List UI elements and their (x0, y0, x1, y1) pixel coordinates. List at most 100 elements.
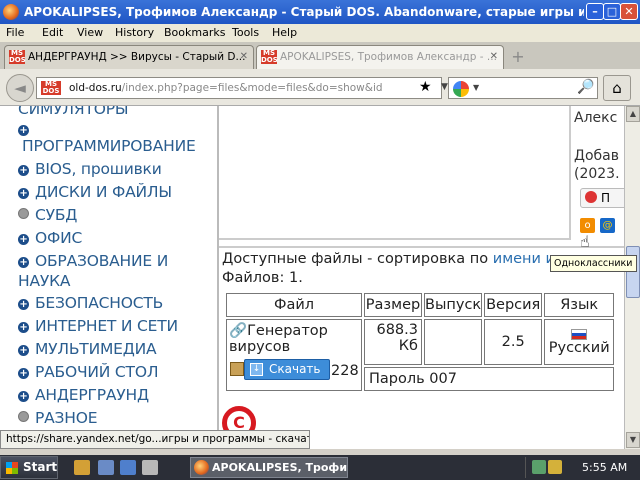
file-release-cell (424, 319, 483, 365)
column-header-version[interactable]: Версия (484, 293, 543, 317)
bookmark-star-icon[interactable]: ★ (419, 79, 432, 95)
url-domain: old-dos.ru (69, 82, 122, 94)
menu-bar: File Edit View History Bookmarks Tools H… (0, 24, 640, 42)
plus-icon: + (18, 234, 29, 245)
sidebar-item-programming[interactable]: ПРОГРАММИРОВАНИЕ (22, 137, 196, 155)
archive-icon (230, 362, 244, 376)
tab-label: APOKALIPSES, Трофимов Александр - ... (280, 51, 497, 63)
tooltip: Одноклассники (550, 255, 637, 272)
category-sidebar: СИМУЛЯТОРЫ + ПРОГРАММИРОВАНИЕ + BIOS, про… (0, 106, 216, 452)
taskbar: Start APOKALIPSES, Трофим... 5:55 AM (0, 455, 640, 480)
file-name-cell: 🔗Генератор вирусов (226, 319, 362, 391)
site-favicon: MS DOS (261, 49, 278, 64)
sidebar-item-education[interactable]: + ОБРАЗОВАНИЕ И (18, 252, 168, 270)
file-name[interactable]: 🔗Генератор вирусов (229, 322, 359, 355)
sort-by-name-link[interactable]: имени и (493, 251, 555, 267)
start-button[interactable]: Start (0, 456, 58, 479)
plus-icon: + (18, 125, 29, 136)
site-identity-icon: MS DOS (41, 80, 61, 95)
new-tab-button[interactable]: + (508, 47, 528, 67)
quicklaunch-search-icon[interactable] (142, 460, 158, 475)
menu-edit[interactable]: Edit (42, 24, 63, 42)
share-button[interactable]: П (580, 188, 624, 208)
sidebar-item-education-cont[interactable]: НАУКА (18, 272, 71, 290)
taskbar-firefox-window[interactable]: APOKALIPSES, Трофим... (190, 457, 348, 478)
google-icon[interactable] (453, 81, 469, 97)
navigation-bar: ◄ MS DOS old-dos.ru/index.php?page=files&… (0, 69, 640, 106)
sidebar-item-underground[interactable]: + АНДЕРГРАУНД (18, 386, 149, 404)
files-count: Файлов: 1. (222, 270, 303, 286)
quicklaunch-desktop-icon[interactable] (120, 460, 136, 475)
scroll-up-button[interactable]: ▲ (626, 106, 640, 122)
scroll-down-button[interactable]: ▼ (626, 432, 640, 448)
column-header-language[interactable]: Язык (544, 293, 615, 317)
close-button[interactable]: ✕ (620, 3, 638, 20)
column-header-size[interactable]: Размер (364, 293, 422, 317)
site-favicon: MS DOS (9, 49, 26, 64)
sidebar-item-disks-files[interactable]: + ДИСКИ И ФАЙЛЫ (18, 183, 172, 201)
tab-close-icon[interactable]: ✕ (240, 46, 248, 68)
sidebar-item-dbms[interactable]: СУБД (18, 206, 77, 224)
sidebar-item-bios[interactable]: + BIOS, прошивки (18, 160, 162, 178)
volume-icon[interactable] (548, 460, 562, 474)
share-icon (585, 191, 597, 203)
file-version-cell: 2.5 (484, 319, 543, 365)
search-input[interactable]: ▼ 🔎 (448, 77, 598, 99)
tab-strip: MS DOS АНДЕРГРАУНД >> Вирусы - Старый D..… (0, 42, 640, 69)
tab-underground-viruses[interactable]: MS DOS АНДЕРГРАУНД >> Вирусы - Старый D..… (4, 45, 254, 69)
file-size-fragment: 228 (331, 363, 359, 379)
window-title: APOKALIPSES, Трофимов Александр - Старый… (24, 5, 584, 19)
sidebar-item-office[interactable]: + ОФИС (18, 229, 82, 247)
plus-icon: + (18, 322, 29, 333)
sidebar-item-bullet[interactable]: + (18, 120, 35, 138)
sidebar-item-multimedia[interactable]: + МУЛЬТИМЕДИА (18, 340, 157, 358)
circle-icon (18, 411, 29, 422)
column-header-release[interactable]: Выпуск (424, 293, 483, 317)
mailru-icon[interactable]: @ (600, 218, 615, 233)
download-button[interactable]: ↓ Скачать (244, 359, 330, 380)
menu-tools[interactable]: Tools (232, 24, 259, 42)
system-tray: 5:55 AM (525, 457, 640, 478)
download-icon: ↓ (250, 363, 263, 376)
description-box (219, 106, 571, 240)
sidebar-item-security[interactable]: + БЕЗОПАСНОСТЬ (18, 294, 163, 312)
clock[interactable]: 5:55 AM (582, 457, 627, 478)
network-icon[interactable] (532, 460, 546, 474)
search-engine-dropdown-icon[interactable]: ▼ (473, 83, 479, 92)
quicklaunch-folder-icon[interactable] (74, 460, 90, 475)
back-button[interactable]: ◄ (6, 74, 34, 102)
sidebar-item-desktop[interactable]: + РАБОЧИЙ СТОЛ (18, 363, 158, 381)
tab-apokalipses[interactable]: MS DOS APOKALIPSES, Трофимов Александр - … (256, 45, 504, 69)
tab-close-icon[interactable]: ✕ (490, 46, 498, 68)
added-date: (2023. (574, 166, 620, 182)
sidebar-item-internet[interactable]: + ИНТЕРНЕТ И СЕТИ (18, 317, 178, 335)
plus-icon: + (18, 391, 29, 402)
menu-view[interactable]: View (77, 24, 103, 42)
scroll-thumb[interactable] (626, 246, 640, 298)
plus-icon: + (18, 299, 29, 310)
url-history-dropdown-icon[interactable]: ▼ (441, 82, 448, 92)
sidebar-item-misc[interactable]: РАЗНОЕ (18, 409, 98, 427)
menu-history[interactable]: History (115, 24, 154, 42)
maximize-button[interactable]: □ (603, 3, 621, 20)
circle-icon (18, 208, 29, 219)
menu-bookmarks[interactable]: Bookmarks (164, 24, 225, 42)
window-title-bar[interactable]: APOKALIPSES, Трофимов Александр - Старый… (0, 0, 640, 24)
url-bar[interactable]: MS DOS old-dos.ru/index.php?page=files&mo… (36, 77, 469, 99)
vertical-scrollbar[interactable]: ▲ ▼ (624, 106, 640, 452)
hand-cursor-icon: ☝ (580, 232, 590, 251)
home-button[interactable]: ⌂ (603, 75, 631, 101)
column-header-file[interactable]: Файл (226, 293, 362, 317)
status-bar: https://share.yandex.net/go...игры и про… (0, 430, 310, 449)
plus-icon: + (18, 345, 29, 356)
search-go-icon[interactable]: 🔎 (577, 79, 594, 95)
added-label: Добав (574, 148, 619, 164)
quicklaunch-explorer-icon[interactable] (98, 460, 114, 475)
menu-help[interactable]: Help (272, 24, 297, 42)
menu-file[interactable]: File (6, 24, 24, 42)
sidebar-item-simulators[interactable]: СИМУЛЯТОРЫ (18, 106, 129, 118)
file-password-cell: Пароль 007 (364, 367, 615, 391)
odnoklassniki-icon[interactable]: о (580, 218, 595, 233)
url-text[interactable]: old-dos.ru/index.php?page=files&mode=fil… (69, 80, 383, 96)
minimize-button[interactable]: – (586, 3, 604, 20)
